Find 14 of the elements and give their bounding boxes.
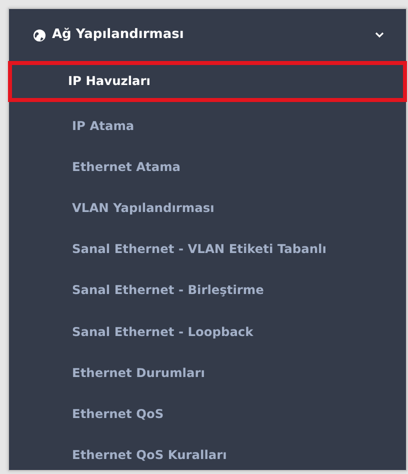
menu-item[interactable]: Sanal Ethernet - Loopback <box>9 308 406 349</box>
menu-item[interactable]: Ethernet QoS <box>9 390 406 431</box>
menu-item[interactable]: Ethernet Atama <box>9 143 406 184</box>
menu-item[interactable]: Sanal Ethernet - VLAN Etiketi Tabanlı <box>9 225 406 266</box>
menu-item[interactable]: Ethernet QoS Kuralları <box>9 430 406 472</box>
menu-item[interactable]: IP Atama <box>9 102 406 144</box>
globe-icon <box>33 28 46 42</box>
menu-item[interactable]: Ethernet Durumları <box>9 348 406 390</box>
menu-item[interactable]: IP Havuzları <box>8 61 407 102</box>
menu-item[interactable]: Sanal Ethernet - Birleştirme <box>9 266 406 308</box>
menu-title: Ağ Yapılandırması <box>52 26 185 44</box>
menu-header[interactable]: Ağ Yapılandırması <box>9 9 406 61</box>
menu-item[interactable]: VLAN Yapılandırması <box>9 184 406 226</box>
chevron-icon <box>375 32 384 38</box>
